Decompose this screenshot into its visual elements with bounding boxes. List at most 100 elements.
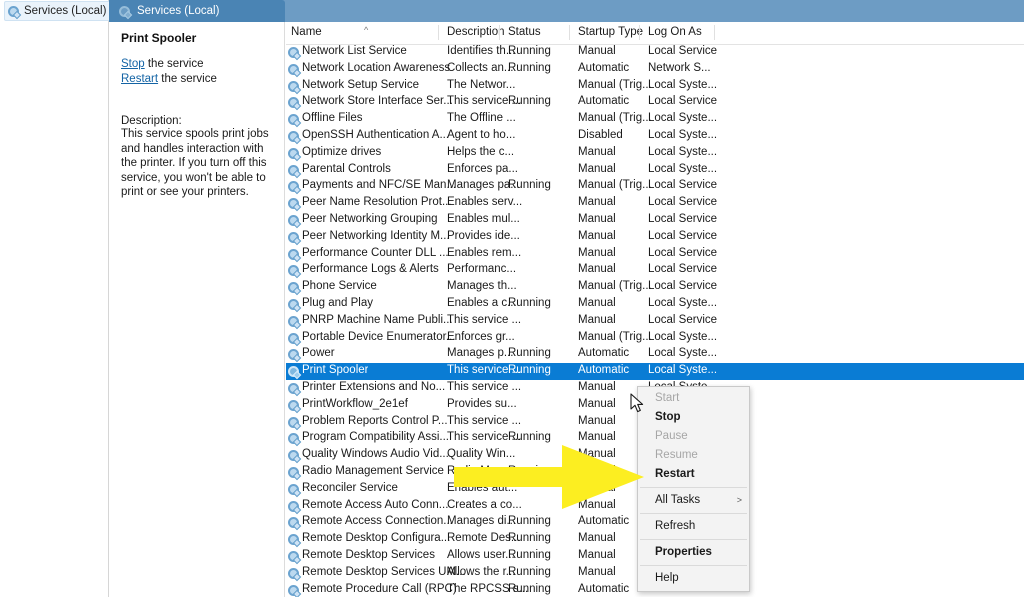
cell-startup: Automatic bbox=[578, 582, 630, 595]
cell-startup: Manual bbox=[578, 448, 616, 461]
cell-name: Remote Procedure Call (RPC) bbox=[302, 582, 457, 595]
cell-name: Reconciler Service bbox=[302, 481, 398, 494]
table-row[interactable]: PNRP Machine Name Publi... This service .… bbox=[286, 313, 1024, 330]
table-row[interactable]: Network Store Interface Ser... This servi… bbox=[286, 94, 1024, 111]
cell-startup: Automatic bbox=[578, 95, 630, 108]
table-row[interactable]: Parental Controls Enforces pa... Manual Loc… bbox=[286, 162, 1024, 179]
details-service-title: Print Spooler bbox=[121, 31, 197, 45]
action-restart-service[interactable]: Restart the service bbox=[121, 72, 276, 87]
cell-logon: Local Service bbox=[648, 263, 718, 276]
cell-startup: Manual bbox=[578, 481, 616, 494]
cell-startup: Manual bbox=[578, 196, 616, 209]
cell-name: Payments and NFC/SE Man... bbox=[302, 179, 457, 192]
service-context-menu[interactable]: Start Stop Pause Resume Restart All Tasks > Ref… bbox=[637, 386, 750, 592]
table-row[interactable]: Network List Service Identifies th... Runn… bbox=[286, 44, 1024, 61]
services-icon bbox=[288, 433, 299, 445]
tree-node-services-local[interactable]: Services (Local) bbox=[4, 1, 114, 21]
cell-description: Manages p... bbox=[447, 347, 514, 360]
table-row[interactable]: Peer Name Resolution Prot... Enables serv… bbox=[286, 195, 1024, 212]
menu-item-restart[interactable]: Restart bbox=[638, 465, 749, 484]
column-divider[interactable] bbox=[639, 25, 640, 40]
services-icon bbox=[288, 500, 299, 512]
cell-status: Running bbox=[508, 61, 551, 74]
cell-logon: Local Syste... bbox=[648, 296, 718, 309]
menu-item-all-tasks[interactable]: All Tasks > bbox=[638, 491, 749, 510]
cell-logon: Local Service bbox=[648, 95, 718, 108]
cell-description: Manages di... bbox=[447, 515, 517, 528]
column-header-status[interactable]: Status bbox=[508, 26, 541, 38]
cell-status: Running bbox=[508, 565, 551, 578]
cell-description: Enables serv... bbox=[447, 196, 523, 209]
cell-startup: Manual (Trig... bbox=[578, 330, 652, 343]
cell-startup: Manual bbox=[578, 212, 616, 225]
menu-item-help[interactable]: Help bbox=[638, 569, 749, 588]
cell-status: Running bbox=[508, 515, 551, 528]
table-row[interactable]: Payments and NFC/SE Man... Manages pa... R… bbox=[286, 178, 1024, 195]
tree-pane: Services (Local) bbox=[0, 0, 114, 597]
menu-item-start: Start bbox=[638, 389, 749, 408]
services-icon bbox=[288, 382, 299, 394]
cell-startup: Manual bbox=[578, 414, 616, 427]
cell-startup: Manual bbox=[578, 313, 616, 326]
services-icon bbox=[288, 416, 299, 428]
console-pane: Services (Local) Print Spooler Stop the … bbox=[109, 0, 1024, 597]
cell-description: Quality Win... bbox=[447, 448, 516, 461]
cell-status: Running bbox=[508, 45, 551, 57]
cell-startup: Manual bbox=[578, 565, 616, 578]
table-row[interactable]: Phone Service Manages th... Manual (Trig..… bbox=[286, 279, 1024, 296]
stop-service-link[interactable]: Stop bbox=[121, 58, 145, 70]
services-list-pane[interactable]: ^ Name Description Status Startup Type Log O… bbox=[286, 22, 1024, 597]
tab-services-local[interactable]: Services (Local) bbox=[109, 0, 285, 22]
table-row[interactable]: Offline Files The Offline ... Manual (Trig… bbox=[286, 111, 1024, 128]
column-header-startup-type[interactable]: Startup Type bbox=[578, 26, 643, 38]
cell-name: Quality Windows Audio Vid... bbox=[302, 448, 449, 461]
action-stop-service[interactable]: Stop the service bbox=[121, 57, 276, 72]
services-icon bbox=[288, 550, 299, 562]
column-divider[interactable] bbox=[499, 25, 500, 40]
column-divider[interactable] bbox=[569, 25, 570, 40]
column-header-name[interactable]: Name bbox=[291, 26, 322, 38]
column-header-log-on-as[interactable]: Log On As bbox=[648, 26, 702, 38]
list-column-header[interactable]: ^ Name Description Status Startup Type Log O… bbox=[286, 22, 1024, 45]
cell-description: Manages th... bbox=[447, 280, 517, 293]
cell-startup: Manual bbox=[578, 431, 616, 444]
cell-startup: Manual bbox=[578, 162, 616, 175]
table-row[interactable]: Peer Networking Grouping Enables mul... Ma… bbox=[286, 212, 1024, 229]
cell-startup: Manual bbox=[578, 464, 616, 477]
table-row[interactable]: OpenSSH Authentication A... Agent to ho..… bbox=[286, 128, 1024, 145]
table-row[interactable]: Performance Counter DLL ... Enables rem..… bbox=[286, 246, 1024, 263]
cell-name: Peer Networking Grouping bbox=[302, 212, 438, 225]
table-row[interactable]: Portable Device Enumerator... Enforces gr… bbox=[286, 330, 1024, 347]
menu-separator bbox=[640, 565, 747, 566]
menu-item-properties[interactable]: Properties bbox=[638, 543, 749, 562]
cell-status: Running bbox=[508, 364, 551, 377]
menu-item-refresh[interactable]: Refresh bbox=[638, 517, 749, 536]
table-row[interactable]: Peer Networking Identity M... Provides id… bbox=[286, 229, 1024, 246]
table-row[interactable]: Power Manages p... Running Automatic Local S… bbox=[286, 346, 1024, 363]
table-row[interactable]: Network Location Awareness Collects an...… bbox=[286, 61, 1024, 78]
services-icon bbox=[288, 181, 299, 193]
column-header-description[interactable]: Description bbox=[447, 26, 505, 38]
table-row[interactable]: Plug and Play Enables a c... Running Manual… bbox=[286, 296, 1024, 313]
cell-status: Running bbox=[508, 548, 551, 561]
table-row[interactable]: Performance Logs & Alerts Performanc... Ma… bbox=[286, 262, 1024, 279]
menu-item-stop[interactable]: Stop bbox=[638, 408, 749, 427]
cell-status: Running bbox=[508, 464, 551, 477]
cell-startup: Automatic bbox=[578, 364, 630, 377]
menu-item-label: Pause bbox=[655, 430, 688, 442]
services-icon bbox=[288, 534, 299, 546]
cell-startup: Manual bbox=[578, 498, 616, 511]
cell-description: Creates a co... bbox=[447, 498, 522, 511]
column-divider[interactable] bbox=[438, 25, 439, 40]
table-row-selected[interactable]: Print Spooler This service ... Running Auto… bbox=[286, 363, 1024, 380]
table-row[interactable]: Optimize drives Helps the c... Manual Local… bbox=[286, 145, 1024, 162]
restart-service-link[interactable]: Restart bbox=[121, 73, 158, 85]
cell-startup: Manual bbox=[578, 45, 616, 57]
cell-status: Running bbox=[508, 95, 551, 108]
table-row[interactable]: Network Setup Service The Networ... Manual… bbox=[286, 78, 1024, 95]
cell-name: Network Setup Service bbox=[302, 78, 419, 91]
menu-item-label: Resume bbox=[655, 449, 698, 461]
cell-startup: Manual bbox=[578, 548, 616, 561]
cell-name: Print Spooler bbox=[302, 364, 369, 377]
column-divider[interactable] bbox=[714, 25, 715, 40]
